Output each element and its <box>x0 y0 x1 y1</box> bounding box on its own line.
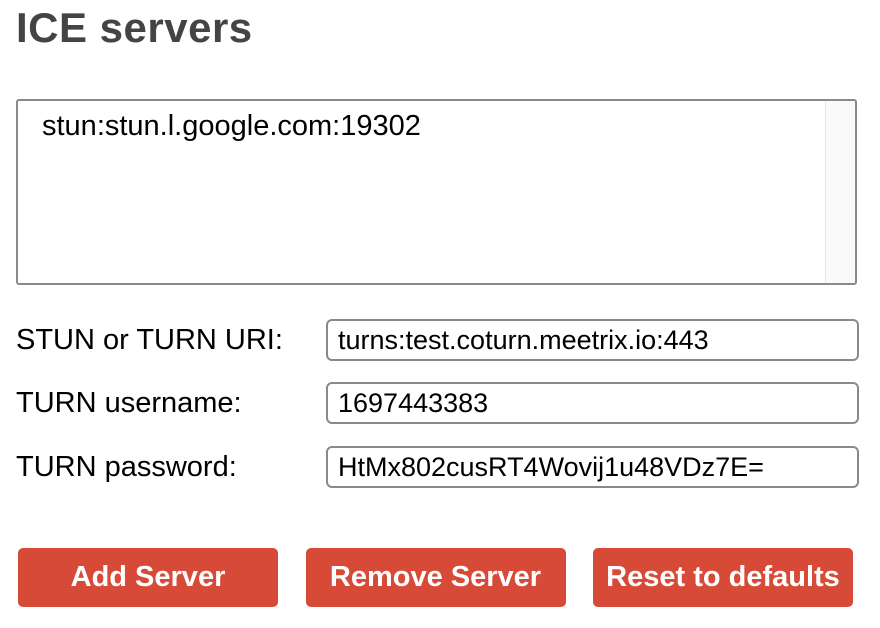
turn-password-label: TURN password: <box>16 451 326 484</box>
remove-server-button[interactable]: Remove Server <box>306 548 566 607</box>
stun-turn-uri-row: STUN or TURN URI: <box>16 319 864 361</box>
reset-to-defaults-button[interactable]: Reset to defaults <box>593 548 853 607</box>
ice-servers-listbox[interactable]: stun:stun.l.google.com:19302 <box>16 99 857 285</box>
listbox-scrollbar[interactable] <box>825 101 855 283</box>
page-title: ICE servers <box>16 4 253 52</box>
stun-turn-uri-input[interactable] <box>326 319 859 361</box>
turn-username-row: TURN username: <box>16 382 864 424</box>
turn-password-row: TURN password: <box>16 446 864 488</box>
turn-username-label: TURN username: <box>16 387 326 420</box>
ice-server-option[interactable]: stun:stun.l.google.com:19302 <box>42 110 421 143</box>
stun-turn-uri-label: STUN or TURN URI: <box>16 324 326 357</box>
turn-username-input[interactable] <box>326 382 859 424</box>
add-server-button[interactable]: Add Server <box>18 548 278 607</box>
button-row: Add Server Remove Server Reset to defaul… <box>18 548 853 607</box>
turn-password-input[interactable] <box>326 446 859 488</box>
ice-servers-page: ICE servers stun:stun.l.google.com:19302… <box>0 0 880 628</box>
